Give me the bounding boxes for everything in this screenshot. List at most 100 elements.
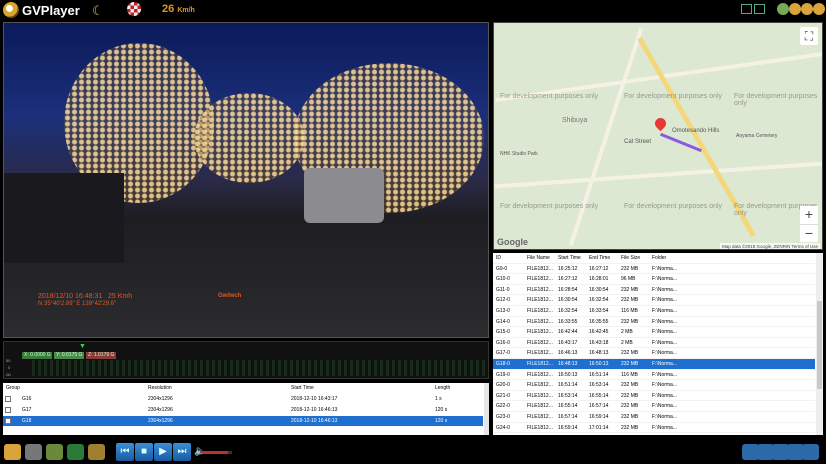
map-icon[interactable]	[46, 444, 63, 460]
sensor-timeline[interactable]: ▼ X: 0.0000 G Y: 0.0175 G Z: 1.0179 G 50…	[3, 341, 489, 379]
video-scene	[194, 93, 304, 183]
group-scrollbar[interactable]	[484, 383, 489, 435]
zoom-out-button[interactable]: −	[800, 224, 818, 242]
row-checkbox[interactable]	[5, 418, 11, 424]
file-cell: G13-0	[496, 308, 510, 314]
file-cell: 16:27:12	[558, 276, 578, 283]
map-view[interactable]: Shibuya Omotesando Hills Cat Street NHK …	[493, 22, 823, 250]
file-cell: 16:28:54	[558, 286, 578, 293]
file-cell: 232 MB	[621, 414, 639, 420]
table-row[interactable]: G21-0 FILE1812... 16:53:14 16:55:14 232 MB F:…	[493, 391, 815, 402]
next-button[interactable]: ⏭	[173, 443, 191, 461]
file-cell: 16:42:44	[558, 329, 578, 336]
table-row[interactable]: G24-0 FILE1812... 16:59:14 17:01:14 232 MB F:…	[493, 423, 815, 434]
file-cell: 16:59:14	[558, 424, 578, 431]
file-cell: G11-0	[496, 286, 510, 293]
speed-value: 26	[162, 3, 175, 15]
table-row-selected[interactable]: G18-0 FILE1812... 16:48:13 16:50:13 232 MB F:…	[493, 359, 815, 370]
open-folder-icon[interactable]	[4, 444, 21, 460]
file-cell: 232 MB	[621, 403, 639, 410]
previous-button[interactable]: ⏮	[116, 443, 134, 461]
layout-single-icon[interactable]	[741, 4, 752, 14]
file-cell: 232 MB	[621, 286, 639, 293]
gauge-y: Y: 0.0175 G	[54, 352, 84, 359]
column-header[interactable]: Start Time	[291, 383, 314, 393]
row-checkbox[interactable]	[5, 396, 11, 402]
table-row[interactable]: G13-0 FILE1812... 16:32:54 16:33:54 116 MB F:…	[493, 306, 815, 317]
file-cell: 2 MB	[621, 329, 633, 336]
resolution: 2304x1296	[148, 418, 173, 424]
table-row[interactable]: G20-0 FILE1812... 16:51:14 16:53:14 232 MB F:…	[493, 380, 815, 391]
group-table: Group Resolution Start Time Length G16 2…	[3, 383, 489, 435]
start-time: 2018-12-10 16:43:17	[291, 396, 338, 402]
play-button[interactable]: ▶	[154, 443, 172, 461]
scrollbar-thumb[interactable]	[817, 301, 822, 389]
zoom-in-button[interactable]: +	[800, 206, 818, 224]
table-row[interactable]: G10-0 FILE1812... 16:27:12 16:28:01 96 MB F:\…	[493, 274, 815, 285]
file-cell: 116 MB	[621, 308, 638, 314]
speed-unit: Km/h	[177, 7, 195, 14]
row-checkbox[interactable]	[5, 407, 11, 413]
timeline-marker-icon[interactable]: ▼	[79, 343, 86, 350]
google-logo: Google	[497, 237, 528, 247]
table-row[interactable]: G16-0 FILE1812... 16:43:17 16:43:18 2 MB F:\N…	[493, 338, 815, 349]
map-road	[568, 27, 644, 247]
file-cell: G22-0	[496, 403, 510, 410]
table-row[interactable]: G22-0 FILE1812... 16:55:14 16:57:14 232 MB F:…	[493, 401, 815, 412]
column-header[interactable]: Resolution	[148, 383, 172, 393]
settings-icon[interactable]	[777, 3, 789, 15]
table-row[interactable]: G12-0 FILE1812... 16:30:54 16:32:54 232 MB F:…	[493, 295, 815, 306]
export-icon[interactable]	[67, 444, 84, 460]
fullscreen-icon[interactable]: ⛶	[800, 27, 818, 45]
night-mode-icon[interactable]: ☾	[92, 3, 104, 19]
column-header[interactable]: Length	[435, 383, 450, 393]
timeline-track[interactable]	[32, 360, 488, 376]
table-row[interactable]: G9-0 FILE1812... 16:25:12 16:27:12 232 MB F:\…	[493, 264, 815, 275]
table-row[interactable]: G23-0 FILE1812... 16:57:14 16:59:14 232 MB F:…	[493, 412, 815, 423]
column-header[interactable]: File Size	[621, 253, 640, 264]
volume-slider[interactable]	[202, 451, 232, 454]
column-header[interactable]: File Name	[527, 253, 550, 264]
column-header[interactable]: ID	[496, 253, 501, 264]
column-header[interactable]: Group	[6, 383, 20, 393]
file-cell: 16:55:14	[558, 403, 578, 410]
location-pin-icon[interactable]	[652, 115, 669, 132]
file-cell: 16:35:55	[589, 318, 609, 325]
column-header[interactable]: Folder	[652, 253, 666, 264]
table-row-selected[interactable]: G18 2304x1296 2018-12-10 16:46:13 120 s	[3, 416, 483, 426]
file-cell: F:\Norma...	[652, 371, 678, 378]
table-row[interactable]: G16 2304x1296 2018-12-10 16:43:17 1 s	[3, 394, 483, 404]
file-cell: 16:42:45	[589, 329, 609, 336]
start-time: 2018-12-10 16:46:13	[291, 407, 338, 413]
file-cell: F:\Norma...	[652, 276, 678, 283]
table-row[interactable]: G17 2304x1296 2018-12-10 16:46:13 120 s	[3, 405, 483, 415]
stop-button[interactable]: ■	[135, 443, 153, 461]
volume-level	[202, 451, 228, 454]
file-cell: 16:57:14	[558, 414, 578, 420]
file-cell: FILE1812...	[527, 403, 553, 410]
table-row[interactable]: G11-0 FILE1812... 16:28:54 16:30:54 232 MB F:…	[493, 285, 815, 296]
column-header[interactable]: End Time	[589, 253, 610, 264]
minimize-icon[interactable]	[789, 3, 801, 15]
settings-panel-icon[interactable]	[802, 444, 819, 460]
file-cell: G19-0	[496, 371, 510, 378]
g-sensor-icon[interactable]	[127, 2, 141, 16]
file-cell: FILE1812...	[527, 414, 553, 420]
table-row[interactable]: G14-0 FILE1812... 16:33:55 16:35:55 232 MB F:…	[493, 317, 815, 328]
file-cell: FILE1812...	[527, 297, 553, 304]
file-cell: G14-0	[496, 318, 510, 325]
layout-split-icon[interactable]	[754, 4, 765, 14]
table-row[interactable]: G19-0 FILE1812... 16:50:13 16:51:14 116 MB F:…	[493, 370, 815, 381]
snapshot-icon[interactable]	[25, 444, 42, 460]
video-player[interactable]: 2018/12/10 16:48:31 25 Kmh N 35°40'2.89"…	[3, 22, 489, 338]
close-icon[interactable]	[813, 3, 825, 15]
table-row[interactable]: G17-0 FILE1812... 16:46:13 16:48:13 232 MB F:…	[493, 348, 815, 359]
maximize-icon[interactable]	[801, 3, 813, 15]
file-cell: 16:25:12	[558, 265, 578, 272]
edit-icon[interactable]	[88, 444, 105, 460]
map-label-omotesando: Omotesando Hills	[672, 128, 720, 134]
file-scrollbar[interactable]	[816, 253, 823, 435]
table-row[interactable]: G15-0 FILE1812... 16:42:44 16:42:45 2 MB F:\N…	[493, 327, 815, 338]
file-cell: G17-0	[496, 350, 510, 357]
column-header[interactable]: Start Time	[558, 253, 581, 264]
